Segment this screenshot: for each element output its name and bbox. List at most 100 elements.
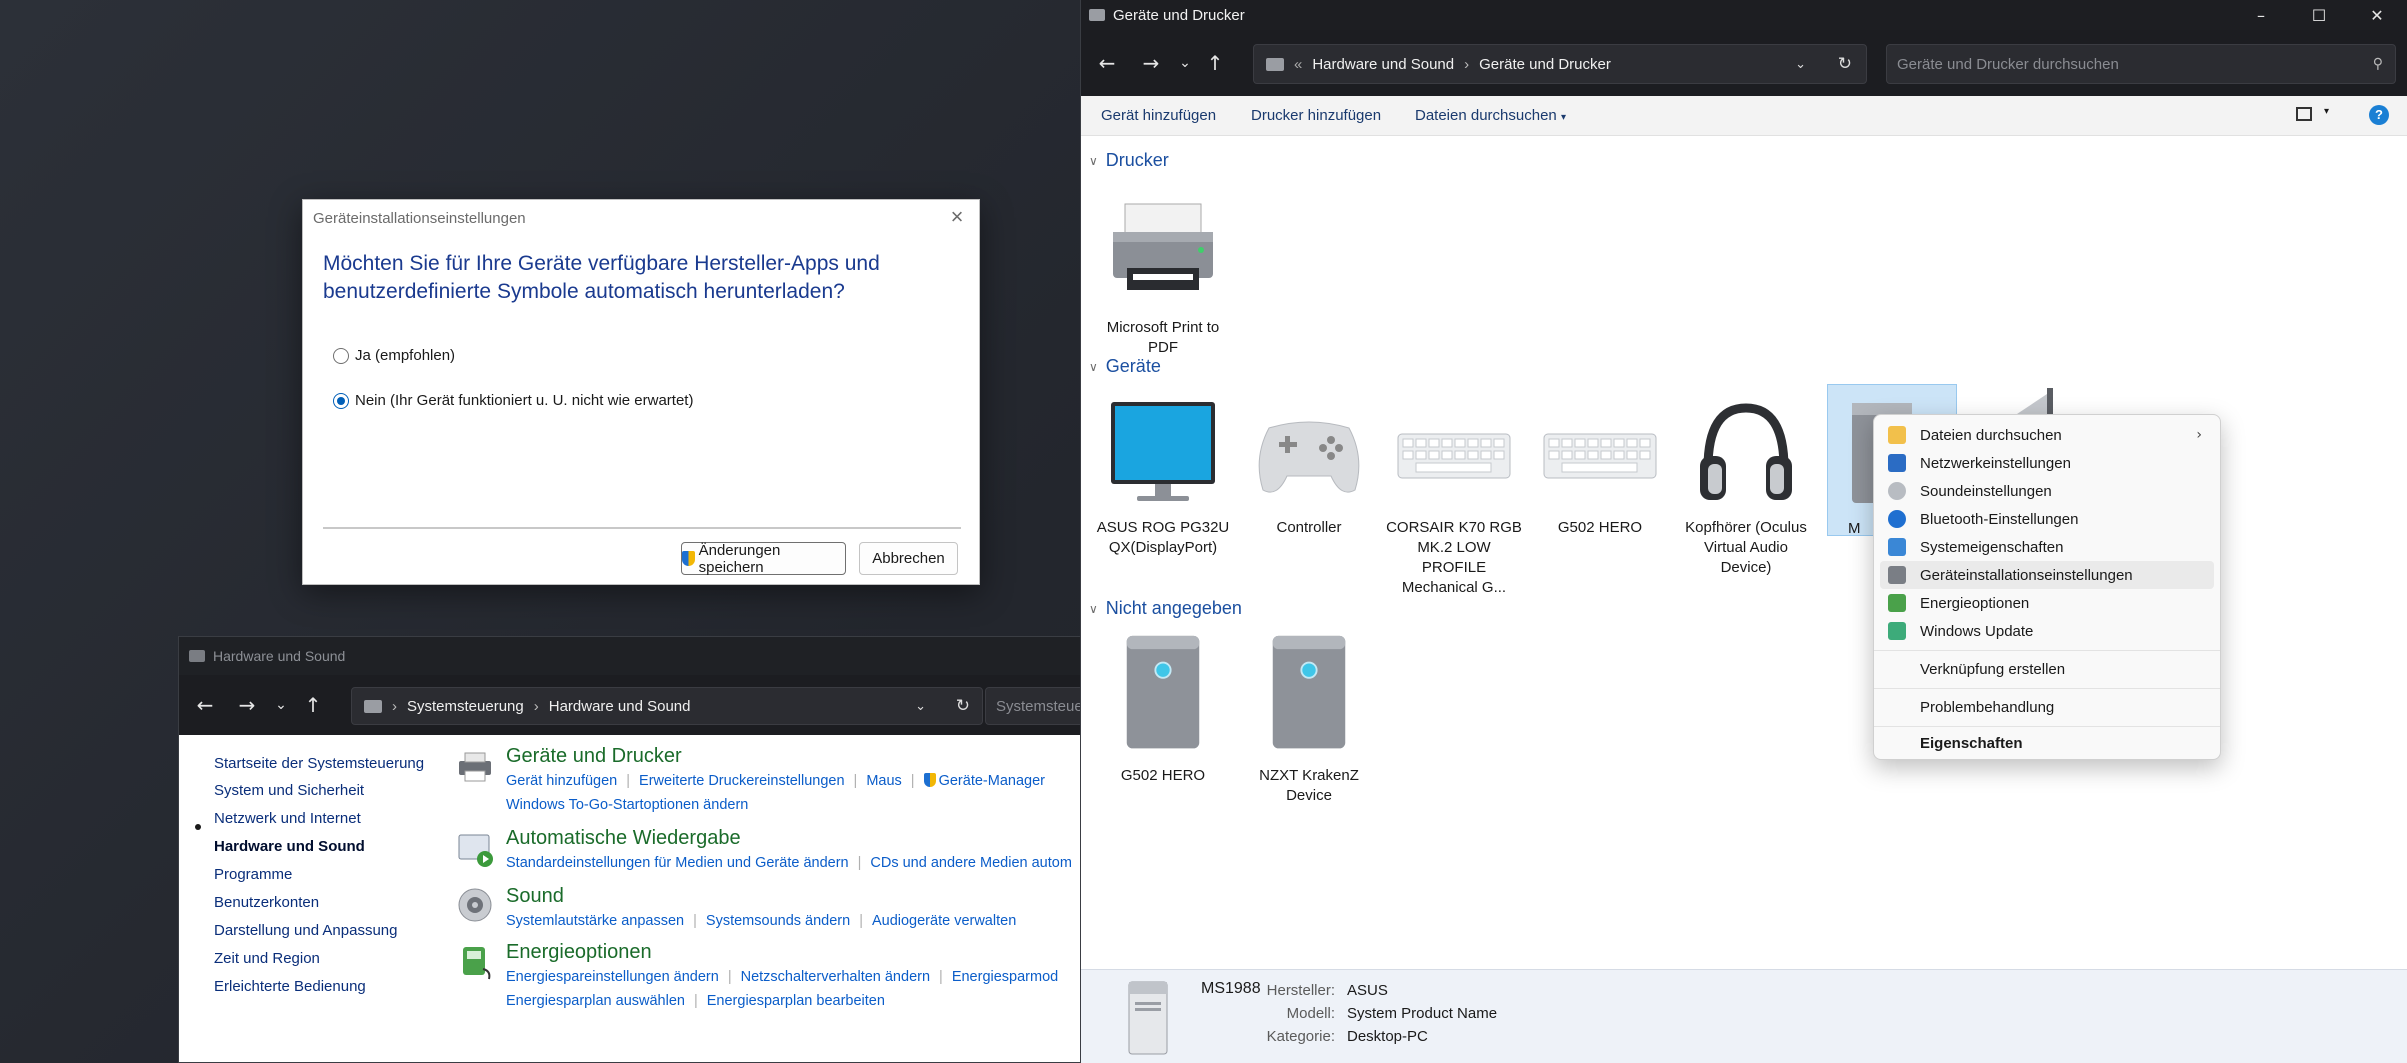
radio-option-no[interactable]: Nein (Ihr Gerät funktioniert u. U. nicht… [333,392,693,409]
ctx-network-settings[interactable]: Netzwerkeinstellungen [1880,449,2214,477]
speaker-icon [458,888,492,922]
ctx-browse-files[interactable]: Dateien durchsuchen › [1880,421,2214,449]
link-audio-devices[interactable]: Audiogeräte verwalten [872,913,1016,929]
ctx-system-properties[interactable]: Systemeigenschaften [1880,533,2214,561]
category-autoplay[interactable]: Automatische Wiedergabe [506,827,741,850]
minimize-icon[interactable]: – [2232,0,2290,30]
link-edit-plan[interactable]: Energiesparplan bearbeiten [707,993,885,1009]
chevron-down-icon[interactable]: ⌄ [915,699,926,714]
link-advanced-printer-settings[interactable]: Erweiterte Druckereinstellungen [639,773,845,789]
add-device-button[interactable]: Gerät hinzufügen [1101,107,1216,124]
pc-tower-icon [1888,566,1906,584]
link-media-defaults[interactable]: Standardeinstellungen für Medien und Ger… [506,855,849,871]
left-nav-network[interactable]: Netzwerk und Internet [214,810,361,827]
help-icon[interactable]: ? [2369,105,2389,125]
link-windows-to-go[interactable]: Windows To-Go-Startoptionen ändern [506,797,748,813]
view-caret-icon[interactable]: ▾ [2324,106,2329,117]
left-nav-home[interactable]: Startseite der Systemsteuerung [214,755,424,772]
search-icon[interactable]: ⚲ [2373,56,2383,72]
forward-arrow-icon[interactable]: → [1135,47,1167,79]
refresh-icon[interactable]: ↻ [956,696,970,716]
refresh-icon[interactable]: ↻ [1838,54,1852,74]
windows-update-icon [1888,622,1906,640]
ctx-icon-spacer [1888,734,1906,752]
gd-address-field[interactable]: « Hardware und Sound › Geräte und Drucke… [1253,44,1867,84]
save-changes-label: Änderungen speichern [698,541,781,576]
link-energy-settings[interactable]: Energiespareinstellungen ändern [506,969,719,985]
breadcrumb-prefix[interactable]: « [1294,56,1302,73]
ctx-sound-settings[interactable]: Soundeinstellungen [1880,477,2214,505]
add-printer-button[interactable]: Drucker hinzufügen [1251,107,1381,124]
close-icon[interactable]: × [945,206,969,230]
radio-yes[interactable] [333,347,349,364]
left-nav-programs[interactable]: Programme [214,866,292,883]
maximize-icon[interactable]: ☐ [2290,0,2348,30]
breadcrumb-item[interactable]: Hardware und Sound [549,698,691,715]
view-options-icon[interactable] [2296,107,2312,121]
radio-no[interactable] [333,392,349,409]
category-sound[interactable]: Sound [506,885,564,908]
device-g502-unspecified[interactable]: G502 HERO [1095,632,1231,786]
hw-address-field[interactable]: › Systemsteuerung › Hardware und Sound ⌄… [351,687,983,725]
left-nav-hardware-sound[interactable]: Hardware und Sound [214,838,365,855]
radio-option-yes[interactable]: Ja (empfohlen) [333,347,455,364]
ctx-windows-update[interactable]: Windows Update [1880,617,2214,645]
close-window-icon[interactable]: ✕ [2348,0,2406,30]
ctx-label: Geräteinstallationseinstellungen [1920,566,2133,584]
link-add-device[interactable]: Gerät hinzufügen [506,773,617,789]
recent-chevron-icon[interactable]: ⌄ [1169,47,1201,79]
device-nzxt-krakenz[interactable]: NZXT KrakenZ Device [1241,632,1377,806]
link-volume[interactable]: Systemlautstärke anpassen [506,913,684,929]
left-nav-user-accounts[interactable]: Benutzerkonten [214,894,319,911]
printer-icon [1113,203,1213,290]
ctx-label: Netzwerkeinstellungen [1920,454,2071,472]
back-arrow-icon[interactable]: ← [189,689,221,721]
left-nav-accessibility[interactable]: Erleichterte Bedienung [214,978,366,995]
left-nav-time-region[interactable]: Zeit und Region [214,950,320,967]
group-printers[interactable]: ∨ Drucker [1089,150,1169,171]
group-devices[interactable]: ∨ Geräte [1089,356,1161,377]
ctx-label: Soundeinstellungen [1920,482,2052,500]
ctx-bluetooth-settings[interactable]: Bluetooth-Einstellungen [1880,505,2214,533]
device-corsair-keyboard[interactable]: CORSAIR K70 RGB MK.2 LOW PROFILE Mechani… [1386,398,1522,598]
link-sleep-mode[interactable]: Energiesparmod [952,969,1058,985]
link-device-manager[interactable]: Geräte-Manager [939,773,1045,789]
link-system-sounds[interactable]: Systemsounds ändern [706,913,850,929]
link-power-button[interactable]: Netzschalterverhalten ändern [741,969,930,985]
device-g502-keyboard[interactable]: G502 HERO [1532,398,1668,538]
link-mouse[interactable]: Maus [866,773,901,789]
ctx-create-shortcut[interactable]: Verknüpfung erstellen [1880,655,2214,683]
device-headphones[interactable]: Kopfhörer (Oculus Virtual Audio Device) [1678,398,1814,578]
device-controller[interactable]: Controller [1241,398,1377,538]
link-choose-plan[interactable]: Energiesparplan auswählen [506,993,685,1009]
ctx-troubleshoot[interactable]: Problembehandlung [1880,693,2214,721]
link-cds-media[interactable]: CDs und andere Medien autom [870,855,1072,871]
group-unspecified[interactable]: ∨ Nicht angegeben [1089,598,1242,619]
chevron-down-icon[interactable]: ⌄ [1795,57,1806,72]
up-arrow-icon[interactable]: ↑ [1199,47,1231,79]
breadcrumb-item[interactable]: Geräte und Drucker [1479,56,1611,73]
ctx-device-installation-settings[interactable]: Geräteinstallationseinstellungen [1880,561,2214,589]
manufacturer-label: Hersteller: [1266,982,1335,999]
save-changes-button[interactable]: Änderungen speichern [681,541,846,576]
gd-search-input[interactable]: Geräte und Drucker durchsuchen ⚲ [1886,44,2396,84]
breadcrumb-item[interactable]: Hardware und Sound [1312,56,1454,73]
cancel-button[interactable]: Abbrechen [859,542,958,575]
back-arrow-icon[interactable]: ← [1091,47,1123,79]
category-power-options[interactable]: Energieoptionen [506,941,652,964]
ctx-properties[interactable]: Eigenschaften [1880,729,2214,757]
category-devices-printers[interactable]: Geräte und Drucker [506,745,682,768]
ctx-power-options[interactable]: Energieoptionen [1880,589,2214,617]
left-nav-appearance[interactable]: Darstellung und Anpassung [214,922,397,939]
device-asus-monitor[interactable]: ASUS ROG PG32UQX(DisplayPort) [1095,398,1231,558]
pc-tower-icon [1126,635,1200,749]
browse-files-button[interactable]: Dateien durchsuchen ▾ [1415,107,1566,124]
pc-tower-icon [1272,635,1346,749]
left-nav-system-security[interactable]: System und Sicherheit [214,782,364,799]
device-print-to-pdf[interactable]: Microsoft Print to PDF [1095,198,1231,358]
browse-files-label: Dateien durchsuchen [1415,107,1557,124]
recent-chevron-icon[interactable]: ⌄ [265,689,297,721]
breadcrumb-item[interactable]: Systemsteuerung [407,698,524,715]
up-arrow-icon[interactable]: ↑ [297,689,329,721]
forward-arrow-icon[interactable]: → [231,689,263,721]
